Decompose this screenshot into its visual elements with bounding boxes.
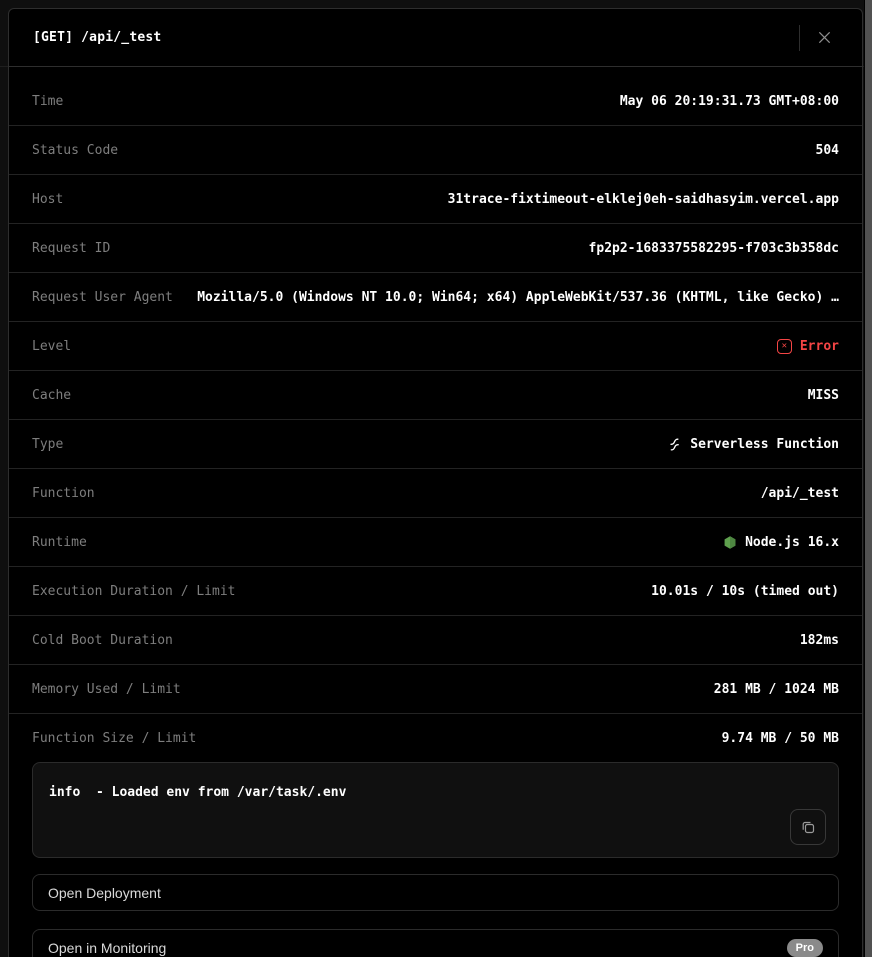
error-icon: ✕ [776,338,792,354]
row-value: 31trace-fixtimeout-elklej0eh-saidhasyim.… [77,192,839,207]
dialog-header: [GET] /api/_test [9,9,862,67]
detail-row: Memory Used / Limit 281 MB / 1024 MB [9,665,862,714]
row-value-text: Serverless Function [690,436,839,452]
open-monitoring-label: Open in Monitoring [48,939,167,956]
row-label: Request ID [32,240,111,256]
detail-row: Type Serverless Function [9,420,862,469]
row-value-text: Mozilla/5.0 (Windows NT 10.0; Win64; x64… [197,289,839,305]
detail-row: Level ✕ Error [9,322,862,371]
scrollbar-thumb[interactable] [865,0,872,957]
row-value: Mozilla/5.0 (Windows NT 10.0; Win64; x64… [187,290,839,305]
row-value-text: 9.74 MB / 50 MB [721,730,839,746]
row-value-text: May 06 20:19:31.73 GMT+08:00 [619,93,839,109]
row-label: Runtime [32,534,87,550]
row-value-text: fp2p2-1683375582295-f703c3b358dc [588,240,839,256]
row-label: Level [32,338,72,354]
row-value: fp2p2-1683375582295-f703c3b358dc [124,241,839,256]
open-deployment-label: Open Deployment [48,884,161,901]
log-detail-dialog: [GET] /api/_test Time May 06 20:19:31.73 … [8,8,863,957]
row-label: Function Size / Limit [32,730,197,746]
dialog-title: [GET] /api/_test [33,30,162,45]
row-value-text: 504 [815,142,839,158]
row-label: Request User Agent [32,289,173,305]
row-value-text: MISS [807,387,839,403]
row-label: Host [32,191,64,207]
row-value-text: 10.01s / 10s (timed out) [651,583,839,599]
function-icon [667,437,682,452]
detail-row: Cache MISS [9,371,862,420]
row-label: Time [32,93,64,109]
row-value: ✕ Error [85,338,839,354]
copy-icon [800,819,816,835]
detail-row: Request ID fp2p2-1683375582295-f703c3b358… [9,224,862,273]
row-value: 182ms [187,633,839,648]
row-label: Cache [32,387,72,403]
detail-row: Host 31trace-fixtimeout-elklej0eh-saidhas… [9,175,862,224]
detail-row: Time May 06 20:19:31.73 GMT+08:00 [9,77,862,126]
row-value-text: Error [799,338,839,354]
scrollbar[interactable] [864,0,872,957]
log-line: info - Loaded env from /var/task/.env [49,785,347,800]
open-monitoring-button[interactable]: Open in Monitoring Pro [32,929,839,957]
row-value-text: 281 MB / 1024 MB [713,681,839,697]
row-value: Serverless Function [77,437,839,452]
row-label: Type [32,436,64,452]
open-deployment-button[interactable]: Open Deployment [32,874,839,911]
detail-row: Request User Agent Mozilla/5.0 (Windows N… [9,273,862,322]
detail-row: Function/api/_test [9,469,862,518]
row-value-text: Node.js 16.x [745,534,839,550]
copy-button[interactable] [790,809,826,845]
detail-row: Execution Duration / Limit 10.01s / 10s (… [9,567,862,616]
row-value: 504 [132,143,839,158]
pro-badge: Pro [786,938,823,957]
row-value: 9.74 MB / 50 MB [210,731,839,746]
row-label: Memory Used / Limit [32,681,181,697]
log-output-box: info - Loaded env from /var/task/.env [32,762,839,858]
close-icon [817,30,832,45]
row-label: Status Code [32,142,119,158]
row-value: May 06 20:19:31.73 GMT+08:00 [77,94,839,109]
row-label: Cold Boot Duration [32,632,173,648]
detail-row: Function Size / Limit 9.74 MB / 50 MB [9,714,862,762]
header-divider [799,24,800,51]
row-value: 10.01s / 10s (timed out) [250,583,839,599]
detail-row: Cold Boot Duration 182ms [9,616,862,665]
row-value: MISS [85,388,839,403]
row-label: Function [32,485,95,501]
detail-row: Runtime Node.js 16.x [9,518,862,567]
row-value: /api/_test [109,486,839,501]
close-button[interactable] [806,18,850,58]
row-value-text: 182ms [799,632,839,648]
row-label: Execution Duration / Limit [32,583,236,599]
details-list: Time May 06 20:19:31.73 GMT+08:00 Status C… [9,67,862,762]
row-value-text: /api/_test [760,485,839,501]
row-value: 281 MB / 1024 MB [195,682,839,697]
nodejs-icon [723,535,737,550]
row-value-text: 31trace-fixtimeout-elklej0eh-saidhasyim.… [447,191,839,207]
row-value: Node.js 16.x [101,535,839,550]
detail-row: Status Code 504 [9,126,862,175]
